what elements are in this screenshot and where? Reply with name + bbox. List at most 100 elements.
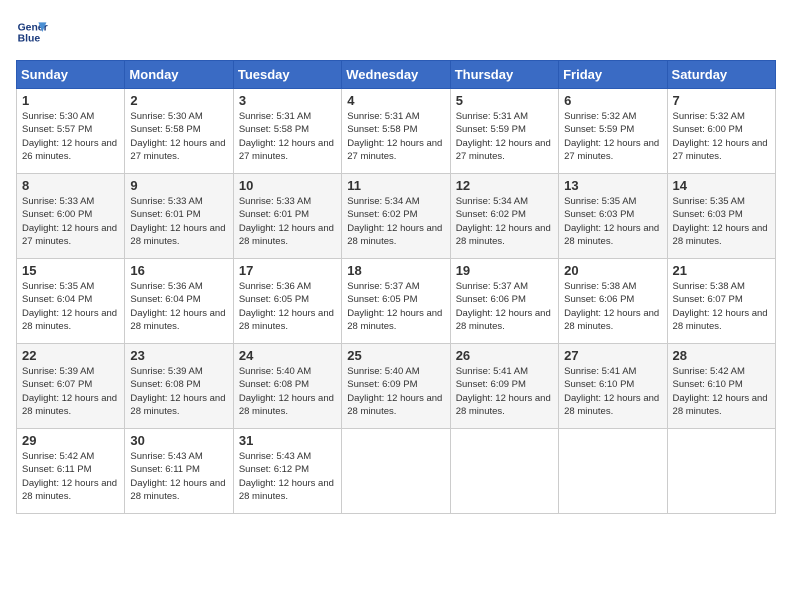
day-number: 16 xyxy=(130,263,227,278)
day-info: Sunrise: 5:34 AM Sunset: 6:02 PM Dayligh… xyxy=(347,195,444,248)
day-number: 28 xyxy=(673,348,770,363)
calendar-week-row: 15 Sunrise: 5:35 AM Sunset: 6:04 PM Dayl… xyxy=(17,259,776,344)
calendar-cell: 15 Sunrise: 5:35 AM Sunset: 6:04 PM Dayl… xyxy=(17,259,125,344)
calendar-cell: 18 Sunrise: 5:37 AM Sunset: 6:05 PM Dayl… xyxy=(342,259,450,344)
calendar-cell: 12 Sunrise: 5:34 AM Sunset: 6:02 PM Dayl… xyxy=(450,174,558,259)
day-info: Sunrise: 5:35 AM Sunset: 6:03 PM Dayligh… xyxy=(673,195,770,248)
day-info: Sunrise: 5:33 AM Sunset: 6:01 PM Dayligh… xyxy=(239,195,336,248)
calendar-cell: 26 Sunrise: 5:41 AM Sunset: 6:09 PM Dayl… xyxy=(450,344,558,429)
calendar-cell: 22 Sunrise: 5:39 AM Sunset: 6:07 PM Dayl… xyxy=(17,344,125,429)
day-number: 5 xyxy=(456,93,553,108)
page-header: General Blue xyxy=(16,16,776,48)
calendar-cell: 5 Sunrise: 5:31 AM Sunset: 5:59 PM Dayli… xyxy=(450,89,558,174)
calendar-table: SundayMondayTuesdayWednesdayThursdayFrid… xyxy=(16,60,776,514)
day-info: Sunrise: 5:31 AM Sunset: 5:58 PM Dayligh… xyxy=(239,110,336,163)
calendar-cell xyxy=(450,429,558,514)
day-info: Sunrise: 5:35 AM Sunset: 6:03 PM Dayligh… xyxy=(564,195,661,248)
day-number: 31 xyxy=(239,433,336,448)
weekday-header-friday: Friday xyxy=(559,61,667,89)
calendar-cell xyxy=(667,429,775,514)
logo: General Blue xyxy=(16,16,48,48)
day-info: Sunrise: 5:37 AM Sunset: 6:05 PM Dayligh… xyxy=(347,280,444,333)
day-number: 30 xyxy=(130,433,227,448)
day-number: 2 xyxy=(130,93,227,108)
day-number: 6 xyxy=(564,93,661,108)
day-number: 27 xyxy=(564,348,661,363)
calendar-cell: 23 Sunrise: 5:39 AM Sunset: 6:08 PM Dayl… xyxy=(125,344,233,429)
day-number: 19 xyxy=(456,263,553,278)
calendar-cell: 14 Sunrise: 5:35 AM Sunset: 6:03 PM Dayl… xyxy=(667,174,775,259)
svg-text:Blue: Blue xyxy=(18,34,41,45)
calendar-cell: 19 Sunrise: 5:37 AM Sunset: 6:06 PM Dayl… xyxy=(450,259,558,344)
calendar-cell: 9 Sunrise: 5:33 AM Sunset: 6:01 PM Dayli… xyxy=(125,174,233,259)
day-info: Sunrise: 5:38 AM Sunset: 6:06 PM Dayligh… xyxy=(564,280,661,333)
calendar-cell: 3 Sunrise: 5:31 AM Sunset: 5:58 PM Dayli… xyxy=(233,89,341,174)
day-info: Sunrise: 5:32 AM Sunset: 6:00 PM Dayligh… xyxy=(673,110,770,163)
calendar-cell: 7 Sunrise: 5:32 AM Sunset: 6:00 PM Dayli… xyxy=(667,89,775,174)
day-info: Sunrise: 5:31 AM Sunset: 5:59 PM Dayligh… xyxy=(456,110,553,163)
calendar-cell: 27 Sunrise: 5:41 AM Sunset: 6:10 PM Dayl… xyxy=(559,344,667,429)
day-number: 7 xyxy=(673,93,770,108)
day-number: 9 xyxy=(130,178,227,193)
day-info: Sunrise: 5:34 AM Sunset: 6:02 PM Dayligh… xyxy=(456,195,553,248)
day-info: Sunrise: 5:37 AM Sunset: 6:06 PM Dayligh… xyxy=(456,280,553,333)
day-info: Sunrise: 5:43 AM Sunset: 6:11 PM Dayligh… xyxy=(130,450,227,503)
day-number: 4 xyxy=(347,93,444,108)
day-number: 13 xyxy=(564,178,661,193)
calendar-cell: 20 Sunrise: 5:38 AM Sunset: 6:06 PM Dayl… xyxy=(559,259,667,344)
calendar-week-row: 29 Sunrise: 5:42 AM Sunset: 6:11 PM Dayl… xyxy=(17,429,776,514)
calendar-cell: 29 Sunrise: 5:42 AM Sunset: 6:11 PM Dayl… xyxy=(17,429,125,514)
day-info: Sunrise: 5:38 AM Sunset: 6:07 PM Dayligh… xyxy=(673,280,770,333)
calendar-cell: 4 Sunrise: 5:31 AM Sunset: 5:58 PM Dayli… xyxy=(342,89,450,174)
day-number: 11 xyxy=(347,178,444,193)
day-info: Sunrise: 5:42 AM Sunset: 6:10 PM Dayligh… xyxy=(673,365,770,418)
calendar-cell xyxy=(559,429,667,514)
day-number: 25 xyxy=(347,348,444,363)
day-number: 26 xyxy=(456,348,553,363)
day-number: 1 xyxy=(22,93,119,108)
calendar-cell: 16 Sunrise: 5:36 AM Sunset: 6:04 PM Dayl… xyxy=(125,259,233,344)
day-info: Sunrise: 5:33 AM Sunset: 6:01 PM Dayligh… xyxy=(130,195,227,248)
day-number: 10 xyxy=(239,178,336,193)
calendar-cell: 17 Sunrise: 5:36 AM Sunset: 6:05 PM Dayl… xyxy=(233,259,341,344)
day-info: Sunrise: 5:30 AM Sunset: 5:57 PM Dayligh… xyxy=(22,110,119,163)
calendar-week-row: 8 Sunrise: 5:33 AM Sunset: 6:00 PM Dayli… xyxy=(17,174,776,259)
calendar-cell xyxy=(342,429,450,514)
calendar-cell: 11 Sunrise: 5:34 AM Sunset: 6:02 PM Dayl… xyxy=(342,174,450,259)
calendar-cell: 10 Sunrise: 5:33 AM Sunset: 6:01 PM Dayl… xyxy=(233,174,341,259)
day-info: Sunrise: 5:40 AM Sunset: 6:08 PM Dayligh… xyxy=(239,365,336,418)
day-number: 3 xyxy=(239,93,336,108)
day-number: 14 xyxy=(673,178,770,193)
calendar-cell: 21 Sunrise: 5:38 AM Sunset: 6:07 PM Dayl… xyxy=(667,259,775,344)
weekday-header-tuesday: Tuesday xyxy=(233,61,341,89)
day-info: Sunrise: 5:36 AM Sunset: 6:05 PM Dayligh… xyxy=(239,280,336,333)
calendar-cell: 2 Sunrise: 5:30 AM Sunset: 5:58 PM Dayli… xyxy=(125,89,233,174)
day-info: Sunrise: 5:30 AM Sunset: 5:58 PM Dayligh… xyxy=(130,110,227,163)
weekday-header-wednesday: Wednesday xyxy=(342,61,450,89)
calendar-cell: 30 Sunrise: 5:43 AM Sunset: 6:11 PM Dayl… xyxy=(125,429,233,514)
calendar-cell: 6 Sunrise: 5:32 AM Sunset: 5:59 PM Dayli… xyxy=(559,89,667,174)
day-info: Sunrise: 5:41 AM Sunset: 6:09 PM Dayligh… xyxy=(456,365,553,418)
day-info: Sunrise: 5:42 AM Sunset: 6:11 PM Dayligh… xyxy=(22,450,119,503)
day-number: 23 xyxy=(130,348,227,363)
day-number: 22 xyxy=(22,348,119,363)
day-info: Sunrise: 5:33 AM Sunset: 6:00 PM Dayligh… xyxy=(22,195,119,248)
calendar-cell: 8 Sunrise: 5:33 AM Sunset: 6:00 PM Dayli… xyxy=(17,174,125,259)
day-number: 12 xyxy=(456,178,553,193)
day-number: 24 xyxy=(239,348,336,363)
day-info: Sunrise: 5:36 AM Sunset: 6:04 PM Dayligh… xyxy=(130,280,227,333)
day-number: 21 xyxy=(673,263,770,278)
day-number: 17 xyxy=(239,263,336,278)
day-info: Sunrise: 5:43 AM Sunset: 6:12 PM Dayligh… xyxy=(239,450,336,503)
weekday-header-thursday: Thursday xyxy=(450,61,558,89)
calendar-cell: 28 Sunrise: 5:42 AM Sunset: 6:10 PM Dayl… xyxy=(667,344,775,429)
calendar-cell: 1 Sunrise: 5:30 AM Sunset: 5:57 PM Dayli… xyxy=(17,89,125,174)
day-info: Sunrise: 5:41 AM Sunset: 6:10 PM Dayligh… xyxy=(564,365,661,418)
calendar-cell: 13 Sunrise: 5:35 AM Sunset: 6:03 PM Dayl… xyxy=(559,174,667,259)
logo-icon: General Blue xyxy=(16,16,48,48)
weekday-header-monday: Monday xyxy=(125,61,233,89)
day-number: 20 xyxy=(564,263,661,278)
day-info: Sunrise: 5:39 AM Sunset: 6:08 PM Dayligh… xyxy=(130,365,227,418)
day-info: Sunrise: 5:40 AM Sunset: 6:09 PM Dayligh… xyxy=(347,365,444,418)
day-info: Sunrise: 5:39 AM Sunset: 6:07 PM Dayligh… xyxy=(22,365,119,418)
